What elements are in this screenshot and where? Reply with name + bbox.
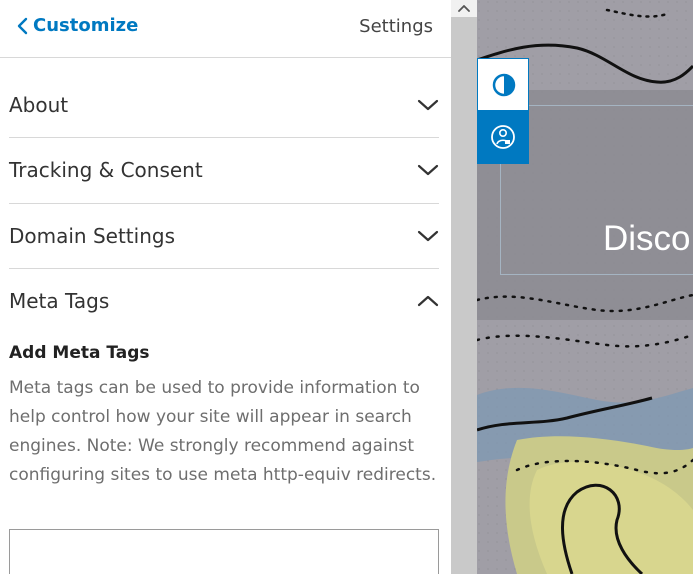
customize-back-label: Customize	[33, 15, 139, 36]
section-domain-settings[interactable]: Domain Settings	[9, 204, 439, 269]
panel-header: Customize Settings	[0, 0, 451, 58]
chevron-down-icon	[417, 164, 439, 176]
scroll-up-arrow-icon	[458, 5, 470, 12]
accessibility-button[interactable]	[477, 111, 529, 164]
section-label: Meta Tags	[9, 289, 110, 313]
chevron-up-icon	[417, 295, 439, 307]
hero-title: Disco	[603, 219, 691, 258]
section-tracking-consent[interactable]: Tracking & Consent	[9, 138, 439, 204]
section-label: About	[9, 93, 69, 117]
panel-title: Settings	[359, 16, 433, 37]
chevron-left-icon	[17, 17, 28, 35]
contrast-icon	[492, 73, 516, 97]
accessibility-icon	[491, 125, 515, 149]
customize-panel: Customize Settings About Tracking & Cons…	[0, 0, 451, 574]
customize-back-button[interactable]: Customize	[16, 14, 138, 38]
contrast-toggle-button[interactable]	[477, 58, 529, 111]
chevron-down-icon	[417, 99, 439, 111]
site-preview: Disco	[477, 0, 693, 574]
meta-tags-description: Meta tags can be used to provide informa…	[9, 378, 437, 485]
chevron-down-icon	[417, 230, 439, 242]
section-meta-tags[interactable]: Meta Tags	[9, 269, 439, 319]
panel-scrollbar[interactable]	[451, 0, 477, 574]
scroll-up-button[interactable]	[451, 0, 477, 17]
section-about[interactable]: About	[9, 59, 439, 138]
section-label: Tracking & Consent	[9, 158, 203, 182]
meta-tags-input[interactable]	[9, 529, 439, 574]
section-label: Domain Settings	[9, 224, 175, 248]
meta-tags-heading: Add Meta Tags	[9, 343, 150, 363]
